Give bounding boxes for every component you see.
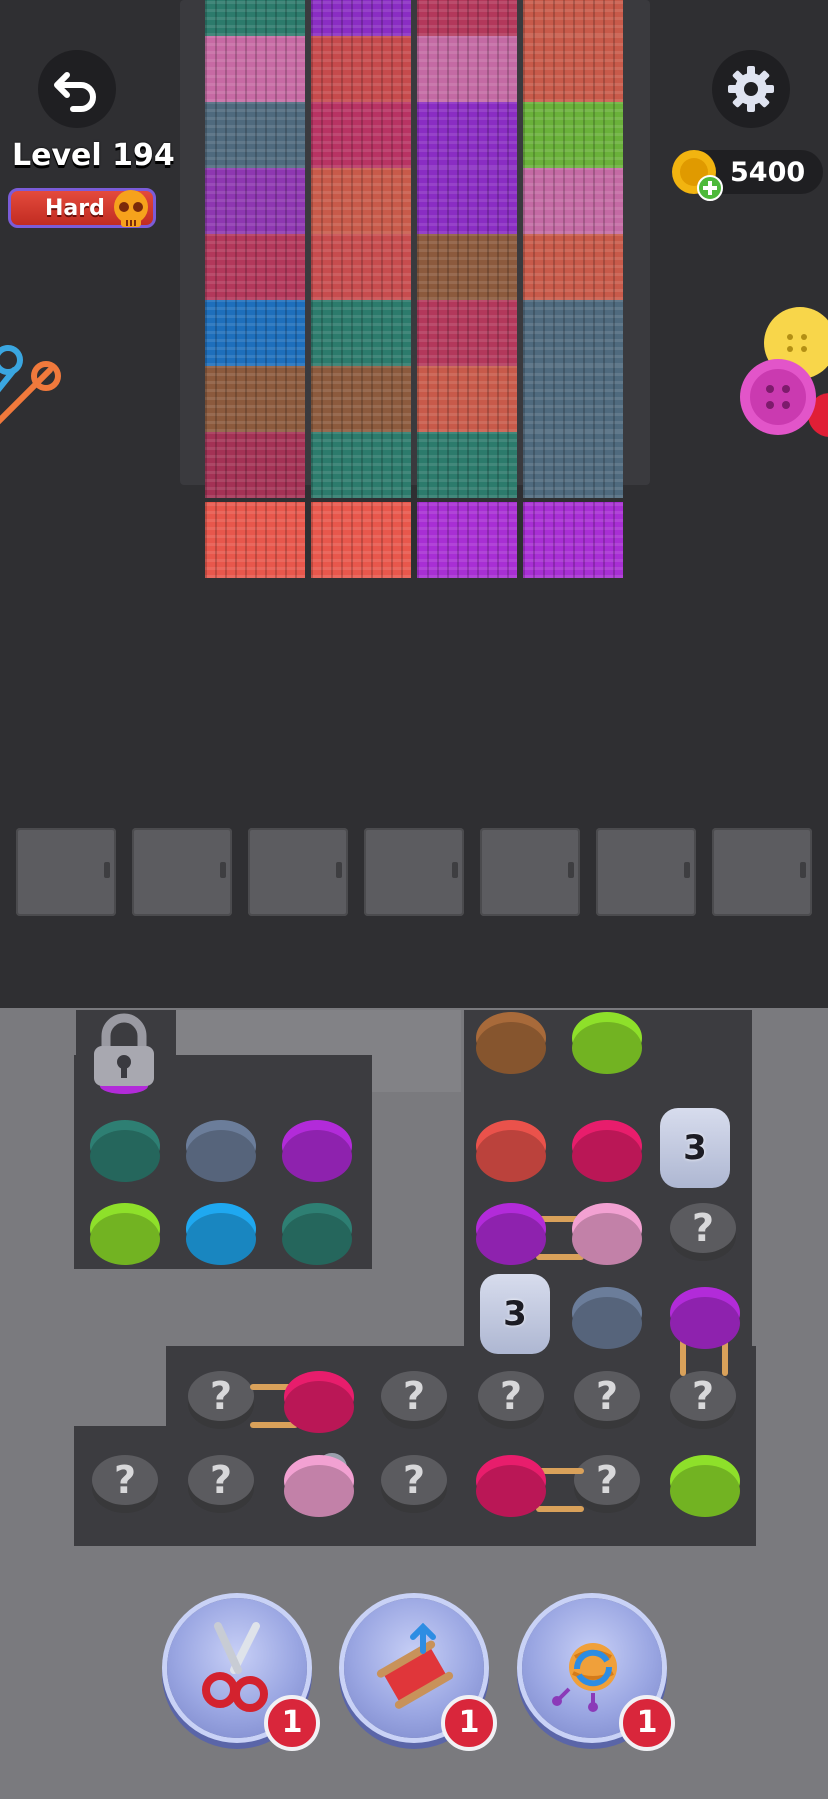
scarf-block [523,366,623,432]
spool-purple[interactable] [476,1203,546,1255]
scarf-block [205,234,305,300]
mystery-spool[interactable]: ? [670,1371,736,1421]
holder-slot[interactable] [480,828,580,916]
scarf-block [417,432,517,498]
holder-slot[interactable] [132,828,232,916]
tunnel-count: 3 [503,1294,527,1334]
gold-coin-icon [672,150,723,201]
scarf-block [311,366,411,432]
difficulty-badge: Hard [8,188,156,228]
scarf-block [417,102,517,168]
spool-tunnel[interactable]: 3 [660,1108,730,1188]
scissors-icon [202,1622,268,1712]
scarf-block [311,102,411,168]
scarf-block [311,0,411,36]
scarf-block [417,36,517,102]
spool-teal-2[interactable] [282,1203,352,1255]
scarf-block [205,300,305,366]
holder-slot[interactable] [16,828,116,916]
padlock-icon[interactable] [86,1010,162,1094]
mystery-spool[interactable]: ? [381,1371,447,1421]
scarf-block [417,0,517,36]
spool-lightpink[interactable] [572,1203,642,1255]
mystery-spool[interactable]: ? [188,1455,254,1505]
shuffle-booster-count: 1 [619,1695,675,1751]
mystery-spool[interactable]: ? [574,1371,640,1421]
spool-booster-count: 1 [441,1695,497,1751]
skull-icon [114,190,148,227]
holder-slot[interactable] [364,828,464,916]
spool-lightpink-key[interactable] [284,1455,354,1507]
scarf-tail [417,502,517,578]
spool-brown[interactable] [476,1012,546,1064]
scarf-block [311,234,411,300]
spool-teal[interactable] [90,1120,160,1172]
spool-pink-2[interactable] [284,1371,354,1423]
yarn-shuffle-icon [552,1643,617,1712]
holder-slot-row [16,828,816,918]
scarf-block [205,168,305,234]
scarf-block [417,234,517,300]
tunnel-count: 3 [683,1128,707,1168]
scarf-block [523,102,623,168]
mystery-spool[interactable]: ? [92,1455,158,1505]
spool-coral[interactable] [476,1120,546,1172]
scarf-block [523,234,623,300]
scissors-booster-count: 1 [264,1695,320,1751]
scarf-block [523,432,623,498]
difficulty-label: Hard [45,195,105,221]
holder-slot[interactable] [596,828,696,916]
scarf-block [523,36,623,102]
mystery-spool[interactable]: ? [478,1371,544,1421]
scarf-block [311,300,411,366]
settings-button[interactable] [712,50,790,128]
scarf-block [523,168,623,234]
spool-pink-3[interactable] [476,1455,546,1507]
spool-lime-2[interactable] [670,1455,740,1507]
thread-spool-icon [376,1623,454,1709]
mystery-spool[interactable]: ? [381,1455,447,1505]
scarf-block [417,168,517,234]
scarf-block [205,366,305,432]
spool-lime[interactable] [90,1203,160,1255]
level-title: Level 194 [12,138,175,173]
scarf-tail [205,502,305,578]
mystery-spool[interactable]: ? [670,1203,736,1253]
spool-link [536,1254,584,1260]
mystery-spool[interactable]: ? [574,1455,640,1505]
scarf-block [417,300,517,366]
spool-link [536,1506,584,1512]
scarf-block [311,168,411,234]
undo-button[interactable] [38,50,116,128]
gear-icon [728,66,774,112]
spool-magenta[interactable] [282,1120,352,1172]
holder-slot[interactable] [248,828,348,916]
scarf-block [523,0,623,36]
spool-green[interactable] [572,1012,642,1064]
scarf-block [205,432,305,498]
scarf-block [205,102,305,168]
scarf-tail [523,502,623,578]
scarf-block [311,432,411,498]
spool-tunnel[interactable]: 3 [480,1274,550,1354]
safety-pins-decoration [0,345,61,425]
spool-pink[interactable] [572,1120,642,1172]
spool-slate[interactable] [186,1120,256,1172]
mystery-spool[interactable]: ? [188,1371,254,1421]
spool-sky[interactable] [186,1203,256,1255]
scarf-block [205,0,305,36]
buttons-decoration [740,307,828,437]
spool-purple-2[interactable] [670,1287,740,1339]
scarf-area [205,0,625,580]
scarf-block [311,36,411,102]
coin-value: 5400 [730,156,806,188]
scarf-block [205,36,305,102]
spool-slate-2[interactable] [572,1287,642,1339]
holder-slot[interactable] [712,828,812,916]
scarf-block [417,366,517,432]
scarf-block [523,300,623,366]
scarf-tail [311,502,411,578]
undo-arrow-icon [54,72,96,112]
